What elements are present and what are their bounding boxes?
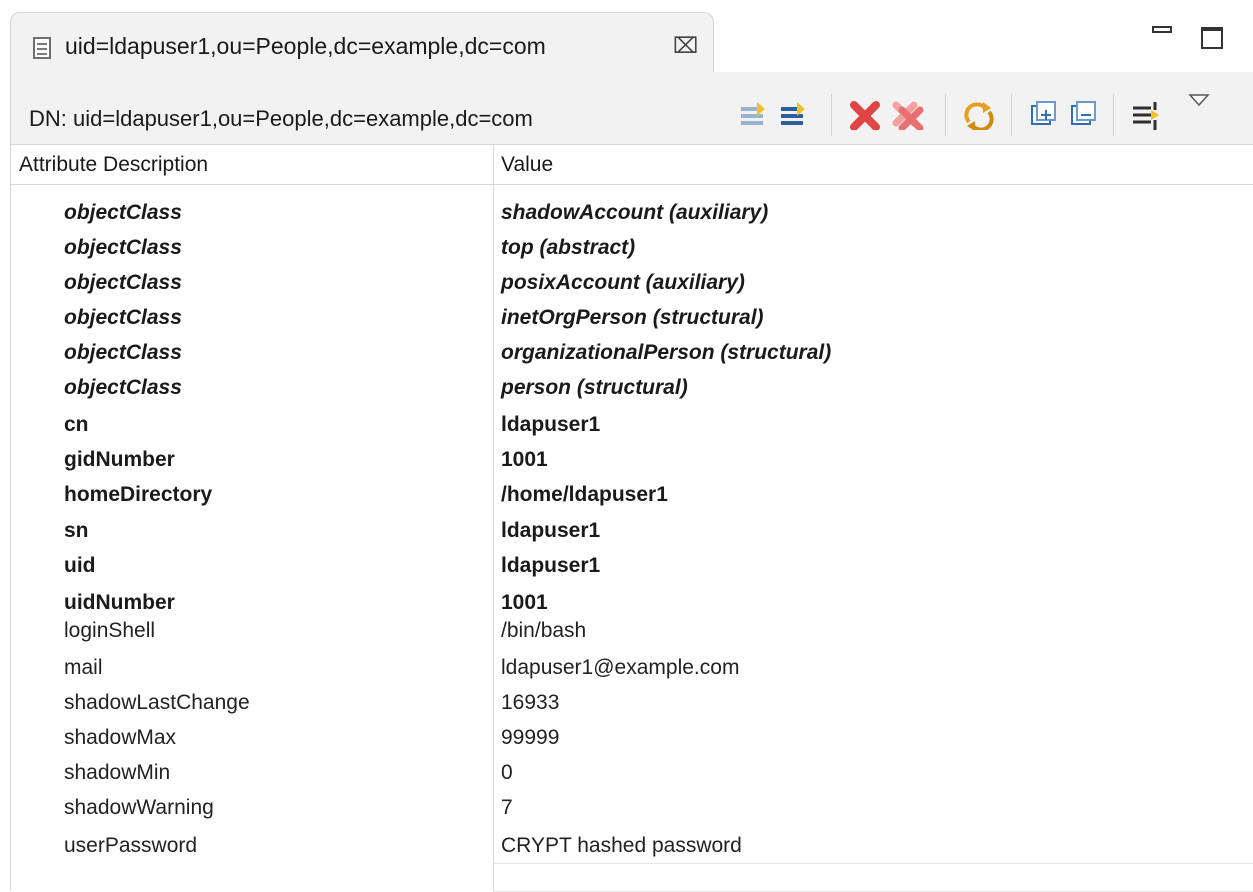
toggle-quickfilter-icon[interactable] <box>1129 100 1163 130</box>
table-row[interactable]: objectClass inetOrgPerson (structural) <box>11 300 1253 336</box>
value-cell[interactable]: CRYPT hashed password <box>501 828 742 864</box>
table-row[interactable]: objectClass posixAccount (auxiliary) <box>11 265 1253 301</box>
table-row[interactable]: shadowMax 99999 <box>11 720 1253 756</box>
dn-bar: DN: uid=ldapuser1,ou=People,dc=example,d… <box>10 72 1253 144</box>
value-cell[interactable]: top (abstract) <box>501 230 635 266</box>
value-cell[interactable]: posixAccount (auxiliary) <box>501 265 745 301</box>
attribute-cell: mail <box>64 656 103 679</box>
value-cell[interactable]: ldapuser1@example.com <box>501 650 739 686</box>
delete-all-values-icon[interactable] <box>891 100 925 130</box>
new-value-icon[interactable] <box>739 100 769 130</box>
toolbar-separator <box>1113 94 1114 136</box>
table-row[interactable]: objectClass top (abstract) <box>11 230 1253 266</box>
attribute-cell: objectClass <box>64 306 182 329</box>
attribute-cell: homeDirectory <box>64 483 213 506</box>
close-icon[interactable]: ⌧ <box>673 33 698 59</box>
attribute-cell: shadowMax <box>64 726 177 749</box>
attributes-table: Attribute Description Value objectClass s… <box>10 144 1253 892</box>
value-cell[interactable]: shadowAccount (auxiliary) <box>501 195 768 231</box>
refresh-icon[interactable] <box>963 100 995 130</box>
attribute-cell: objectClass <box>64 271 182 294</box>
editor-tab-bar: uid=ldapuser1,ou=People,dc=example,dc=co… <box>0 0 1253 74</box>
tab-title: uid=ldapuser1,ou=People,dc=example,dc=co… <box>65 33 546 59</box>
table-row[interactable]: objectClass shadowAccount (auxiliary) <box>11 195 1253 231</box>
document-icon <box>33 37 51 59</box>
value-cell[interactable]: ldapuser1 <box>501 513 600 549</box>
attribute-cell: userPassword <box>64 834 198 857</box>
attribute-cell: objectClass <box>64 236 182 259</box>
header-attribute-description[interactable]: Attribute Description <box>19 153 208 177</box>
table-row[interactable]: shadowWarning 7 <box>11 790 1253 826</box>
table-row[interactable]: objectClass organizationalPerson (structu… <box>11 335 1253 371</box>
view-menu-icon[interactable] <box>1187 92 1211 122</box>
attribute-cell: sn <box>64 519 89 542</box>
attribute-cell: objectClass <box>64 201 182 224</box>
maximize-icon[interactable] <box>1201 27 1223 49</box>
attribute-cell: loginShell <box>64 619 156 642</box>
delete-value-icon[interactable] <box>849 100 881 130</box>
table-row[interactable]: sn ldapuser1 <box>11 513 1253 549</box>
value-cell[interactable]: 0 <box>501 755 513 791</box>
value-cell[interactable]: ldapuser1 <box>501 548 600 584</box>
value-cell[interactable]: /home/ldapuser1 <box>501 477 668 513</box>
table-row[interactable]: shadowMin 0 <box>11 755 1253 791</box>
table-row[interactable]: objectClass person (structural) <box>11 370 1253 406</box>
row-separator <box>493 863 1253 864</box>
attribute-cell: uid <box>64 554 96 577</box>
value-cell[interactable]: 16933 <box>501 685 559 721</box>
table-row[interactable]: shadowLastChange 16933 <box>11 685 1253 721</box>
value-cell[interactable]: 99999 <box>501 720 559 756</box>
value-cell[interactable]: 7 <box>501 790 513 826</box>
attribute-cell: shadowLastChange <box>64 691 250 714</box>
attribute-cell: shadowMin <box>64 761 171 784</box>
value-cell[interactable]: inetOrgPerson (structural) <box>501 300 764 336</box>
toolbar-separator <box>1011 94 1012 136</box>
collapse-all-icon[interactable] <box>1069 100 1099 130</box>
table-row[interactable]: homeDirectory/home/ldapuser1 <box>11 477 1253 513</box>
toolbar-separator <box>945 94 946 136</box>
table-header: Attribute Description Value <box>11 145 1253 185</box>
table-row[interactable]: uid ldapuser1 <box>11 548 1253 584</box>
expand-all-icon[interactable] <box>1029 100 1059 130</box>
attribute-cell: cn <box>64 413 89 436</box>
value-cell[interactable]: person (structural) <box>501 370 688 406</box>
value-cell[interactable]: 1001 <box>501 442 548 478</box>
value-cell[interactable]: ldapuser1 <box>501 407 600 443</box>
table-row[interactable]: cn ldapuser1 <box>11 407 1253 443</box>
attribute-cell: shadowWarning <box>64 796 214 819</box>
attribute-cell: objectClass <box>64 341 182 364</box>
new-attribute-icon[interactable] <box>779 100 809 130</box>
dn-label: DN: uid=ldapuser1,ou=People,dc=example,d… <box>29 106 533 131</box>
attribute-cell: objectClass <box>64 376 182 399</box>
attribute-cell: gidNumber <box>64 448 175 471</box>
table-row[interactable]: mail ldapuser1@example.com <box>11 650 1253 686</box>
entry-editor-tab[interactable]: uid=ldapuser1,ou=People,dc=example,dc=co… <box>10 12 714 74</box>
table-row[interactable]: userPassword CRYPT hashed password <box>11 828 1253 864</box>
table-row[interactable]: gidNumber 1001 <box>11 442 1253 478</box>
value-cell[interactable]: organizationalPerson (structural) <box>501 335 831 371</box>
minimize-icon[interactable] <box>1152 26 1172 33</box>
table-row[interactable]: loginShell/bin/bash <box>11 613 1253 649</box>
value-cell[interactable]: /bin/bash <box>501 613 586 649</box>
header-value[interactable]: Value <box>501 153 553 177</box>
toolbar-separator <box>831 94 832 136</box>
